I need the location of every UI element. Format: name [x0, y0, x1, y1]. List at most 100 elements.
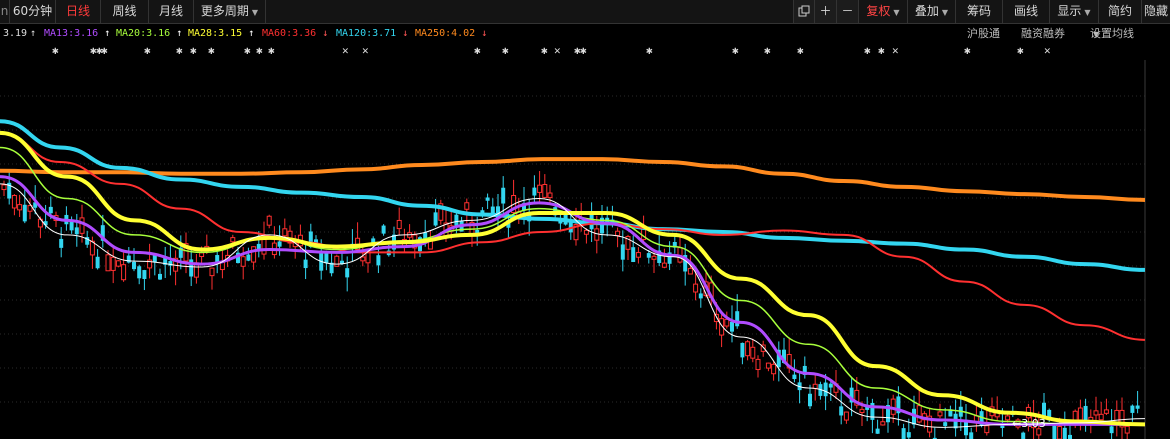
adjust-rights-label: 复权 [866, 4, 891, 18]
candle-body [485, 197, 490, 201]
adjust-rights-dropdown[interactable]: 复权 ▼ [859, 0, 908, 23]
candle-body [126, 255, 131, 263]
legend-label: MA120:3.71 [336, 28, 397, 39]
candlestick-chart[interactable]: ←3.03 [0, 60, 1170, 439]
candle-body [142, 270, 147, 280]
candle-body [615, 230, 621, 237]
event-marker-icon[interactable]: ✱ [144, 44, 151, 57]
ma-settings-label: 设置均线 [1090, 27, 1134, 40]
display-dropdown[interactable]: 显示 ▼ [1050, 0, 1099, 23]
candle-body [937, 411, 943, 417]
event-marker-icon[interactable]: ✱ [190, 44, 197, 57]
plus-icon[interactable]: ＋ [815, 0, 837, 23]
event-marker-icon[interactable]: ✱ [244, 44, 251, 57]
candle-body [17, 204, 23, 211]
event-marker-icon[interactable]: ✕ [362, 44, 369, 57]
candle-body [532, 187, 537, 196]
event-marker-icon[interactable]: ✱ [268, 44, 275, 57]
simple-button[interactable]: 简约 [1099, 0, 1142, 23]
candle-body [266, 215, 272, 226]
overlay-dropdown[interactable]: 叠加 ▼ [908, 0, 956, 23]
candle-body [261, 237, 267, 255]
draw-line-button[interactable]: 画线 [1003, 0, 1050, 23]
candle-body [48, 206, 53, 214]
candle-body [121, 264, 127, 281]
candle-body [750, 346, 756, 359]
legend-ma60[interactable]: MA60:3.36 ↓ [262, 24, 328, 44]
event-marker-icon[interactable]: ✕ [342, 44, 349, 57]
legend-ma28[interactable]: MA28:3.15 ↑ [188, 24, 254, 44]
display-label: 显示 [1057, 4, 1082, 18]
candle-body [1093, 410, 1099, 416]
link-ma-settings[interactable]: 设置均线 ▼ [1090, 24, 1134, 45]
candle-body [740, 342, 745, 358]
event-marker-icon[interactable]: ✱ [101, 44, 108, 57]
event-marker-icon[interactable]: ✱ [502, 44, 509, 57]
link-hk-connect[interactable]: 沪股通 [967, 24, 1000, 44]
candle-body [631, 247, 636, 263]
candle-body [501, 187, 506, 204]
candle-body [59, 238, 64, 248]
event-marker-icon[interactable]: ✕ [892, 44, 899, 57]
candle-body [1077, 407, 1083, 421]
arrow-down-icon: ↓ [316, 28, 329, 39]
hide-button[interactable]: 隐藏 [1142, 0, 1170, 23]
candle-body [79, 217, 85, 234]
event-marker-icon[interactable]: ✱ [256, 44, 263, 57]
event-marker-icon[interactable]: ✱ [878, 44, 885, 57]
tab-daily[interactable]: 日线 [56, 0, 101, 23]
ma120-line [0, 119, 1146, 272]
candle-body [110, 256, 116, 271]
candle-body [730, 321, 734, 332]
link-margin-trading[interactable]: 融资融券 [1021, 24, 1065, 44]
legend-ma120[interactable]: MA120:3.71 ↓ [336, 24, 408, 44]
minus-icon[interactable]: － [837, 0, 859, 23]
event-marker-icon[interactable]: ✱ [52, 44, 59, 57]
event-marker-icon[interactable]: ✱ [176, 44, 183, 57]
candle-body [1057, 426, 1063, 439]
candle-body [880, 421, 886, 426]
candle-body [984, 425, 990, 434]
legend-label: MA250:4.02 [415, 28, 476, 39]
event-marker-icon[interactable]: ✱ [1017, 44, 1024, 57]
legend-ma20[interactable]: MA20:3.16 ↑ [116, 24, 182, 44]
tab-60min[interactable]: 60分钟 [10, 0, 56, 23]
candle-body [859, 408, 865, 414]
candle-body [433, 212, 438, 226]
arrow-up-icon: ↑ [98, 28, 111, 39]
chevron-down-icon: ▼ [1084, 8, 1091, 17]
candle-body [11, 194, 17, 209]
chevron-down-icon: ▼ [941, 8, 949, 17]
copy-icon[interactable] [793, 0, 815, 23]
candle-body [360, 256, 366, 262]
candle-body [771, 363, 777, 375]
candle-body [246, 254, 251, 261]
event-marker-icon[interactable]: ✱ [732, 44, 739, 57]
event-marker-icon[interactable]: ✱ [208, 44, 215, 57]
candle-body [735, 311, 740, 327]
legend-ma250[interactable]: MA250:4.02 ↓ [415, 24, 487, 44]
event-marker-icon[interactable]: ✱ [580, 44, 587, 57]
chips-button[interactable]: 筹码 [956, 0, 1003, 23]
tab-weekly[interactable]: 周线 [101, 0, 149, 23]
event-marker-icon[interactable]: ✱ [474, 44, 481, 57]
event-marker-icon[interactable]: ✱ [964, 44, 971, 57]
event-marker-icon[interactable]: ✱ [646, 44, 653, 57]
event-marker-icon[interactable]: ✱ [764, 44, 771, 57]
candle-body [901, 428, 906, 439]
tab-monthly[interactable]: 月线 [149, 0, 194, 23]
legend-label: MA28:3.15 [188, 28, 243, 39]
candle-body [839, 406, 844, 416]
candle-body [792, 374, 797, 380]
event-marker-icon[interactable]: ✱ [797, 44, 804, 57]
candle-body [1098, 413, 1104, 421]
candle-body [661, 262, 667, 268]
arrow-down-icon: ↓ [396, 28, 409, 39]
candle-body [542, 184, 548, 198]
event-marker-icon[interactable]: ✱ [864, 44, 871, 57]
legend-ma13[interactable]: MA13:3.16 ↑ [44, 24, 110, 44]
event-marker-icon[interactable]: ✕ [554, 44, 561, 57]
more-periods-dropdown[interactable]: 更多周期 ▼ [194, 0, 266, 23]
event-marker-icon[interactable]: ✕ [1044, 44, 1051, 57]
event-marker-icon[interactable]: ✱ [541, 44, 548, 57]
